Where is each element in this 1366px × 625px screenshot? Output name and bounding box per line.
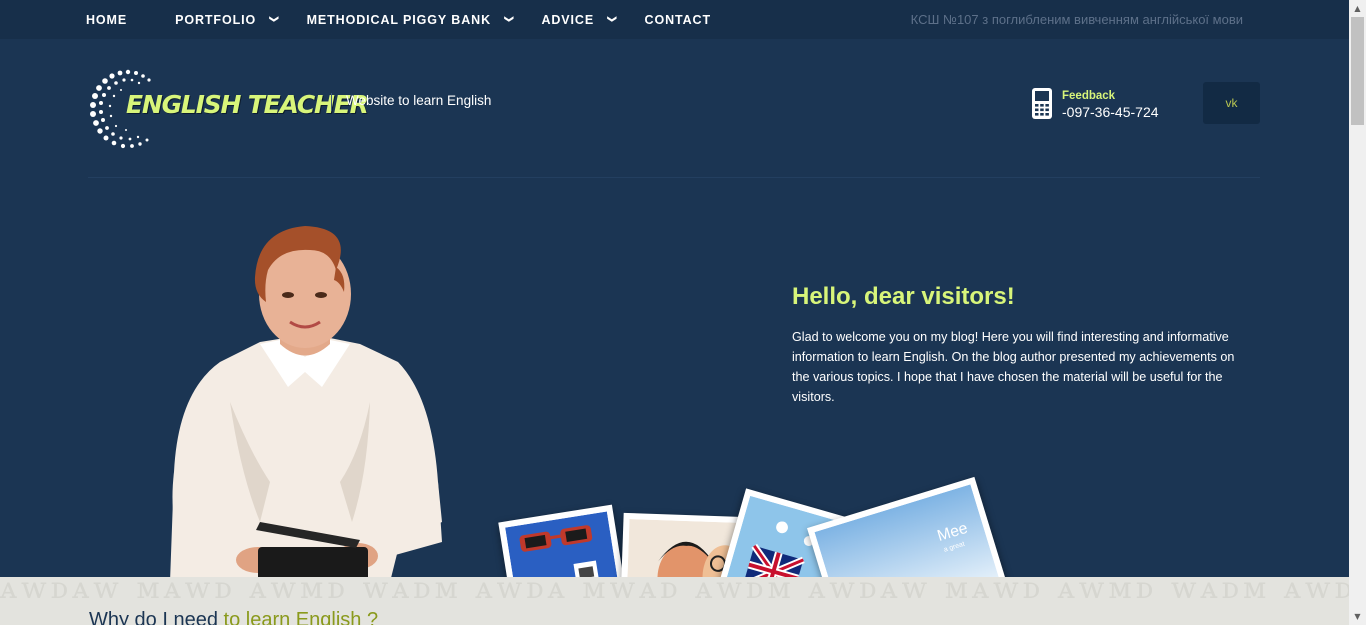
background-letter-pattern: ᴀᴡᴅᴀᴡ ᴍᴀᴡᴅ ᴀᴡᴍᴅ ᴡᴀᴅᴍ ᴀᴡᴅᴀ ᴍᴡᴀᴅ ᴀᴡᴅᴍ ᴀᴡᴅᴀ… <box>0 577 1349 606</box>
header-divider <box>88 177 1260 178</box>
teacher-photo <box>170 226 442 582</box>
chevron-down-icon: ❯ <box>504 15 515 24</box>
nav-contact[interactable]: CONTACT <box>645 13 711 27</box>
nav-methodical-piggy-bank[interactable]: METHODICAL PIGGY BANK ❯ <box>306 12 515 27</box>
feedback-phone[interactable]: -097-36-45-724 <box>1062 104 1159 120</box>
nav-advice[interactable]: ADVICE ❯ <box>541 12 618 27</box>
nav-piggy-label: METHODICAL PIGGY BANK <box>306 12 491 27</box>
chevron-down-icon: ❯ <box>607 15 618 24</box>
main-nav: HOME PORTFOLIO ❯ METHODICAL PIGGY BANK ❯ A… <box>86 0 711 39</box>
vk-button[interactable]: vk <box>1203 82 1260 124</box>
nav-home-label: HOME <box>86 12 128 27</box>
scroll-down-arrow-icon[interactable]: ▼ <box>1349 608 1366 625</box>
section-heading-accent: to learn English ? <box>223 609 379 625</box>
tagline-divider <box>331 93 332 111</box>
site-logo[interactable]: ENGLISH TEACHER <box>88 66 369 150</box>
nav-contact-label: CONTACT <box>644 12 712 27</box>
scrollbar-thumb[interactable] <box>1351 17 1364 125</box>
nav-home[interactable]: HOME <box>86 13 127 27</box>
hero-text: Glad to welcome you on my blog! Here you… <box>792 330 1235 404</box>
section-heading: Why do I need to learn English ? <box>89 609 378 625</box>
nav-advice-label: ADVICE <box>541 12 595 27</box>
nav-portfolio-label: PORTFOLIO <box>175 12 257 27</box>
section-heading-prefix: Why do I need <box>89 609 224 625</box>
school-name: КСШ №107 з поглибленим вивченням англійс… <box>910 12 1243 27</box>
hero-title: Hello, dear visitors! <box>792 283 1015 310</box>
vk-label: vk <box>1225 96 1238 110</box>
mobile-phone-icon <box>1032 88 1052 119</box>
chevron-down-icon: ❯ <box>269 15 280 24</box>
scroll-up-arrow-icon[interactable]: ▲ <box>1349 0 1366 17</box>
feedback-label: Feedback <box>1062 90 1116 102</box>
site-tagline: Website to learn English <box>346 93 492 108</box>
top-navbar: HOME PORTFOLIO ❯ METHODICAL PIGGY BANK ❯ A… <box>0 0 1349 39</box>
page-scrollbar[interactable]: ▲ ▼ <box>1349 0 1366 625</box>
nav-portfolio[interactable]: PORTFOLIO ❯ <box>175 12 280 27</box>
